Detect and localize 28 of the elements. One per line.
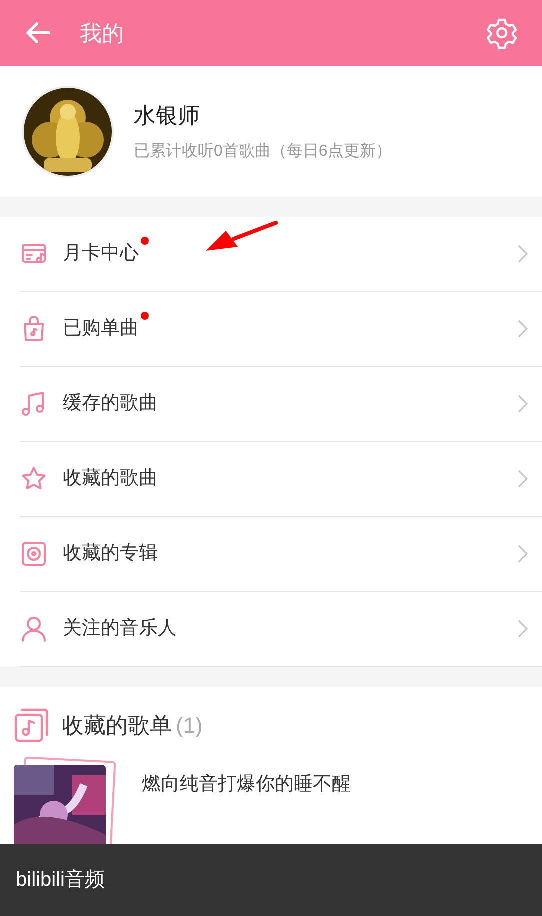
menu-label: 收藏的专辑 xyxy=(63,542,158,566)
menu-label: 月卡中心 xyxy=(63,242,139,266)
chevron-right-icon xyxy=(518,620,528,638)
chevron-right-icon xyxy=(518,320,528,338)
playlist-icon xyxy=(14,707,50,743)
section-title: 收藏的歌单 xyxy=(62,712,172,740)
chevron-right-icon xyxy=(518,470,528,488)
menu-label: 已购单曲 xyxy=(63,316,139,341)
person-icon xyxy=(20,615,48,643)
album-icon xyxy=(20,540,48,568)
menu-item[interactable]: 关注的音乐人 xyxy=(20,592,542,667)
menu-label: 关注的音乐人 xyxy=(63,616,177,641)
menu-label: 收藏的歌曲 xyxy=(63,466,158,491)
chevron-right-icon xyxy=(518,395,528,413)
menu-label: 缓存的歌曲 xyxy=(63,392,158,416)
app-name: bilibili音频 xyxy=(16,868,105,893)
page-title: 我的 xyxy=(80,20,125,48)
menu-item[interactable]: 缓存的歌曲 xyxy=(20,367,542,442)
playlist-count: (1) xyxy=(176,712,203,740)
user-name: 水银师 xyxy=(134,102,201,130)
listen-count-text: 已累计收听0首歌曲（每日6点更新） xyxy=(134,142,392,162)
menu-item[interactable]: 已购单曲 xyxy=(20,292,542,367)
menu-item[interactable]: 收藏的专辑 xyxy=(20,517,542,592)
chevron-right-icon xyxy=(518,545,528,563)
chevron-right-icon xyxy=(518,245,528,263)
annotation-arrow xyxy=(206,220,278,254)
settings-icon[interactable] xyxy=(486,17,518,49)
menu-item[interactable]: 收藏的歌曲 xyxy=(20,442,542,517)
